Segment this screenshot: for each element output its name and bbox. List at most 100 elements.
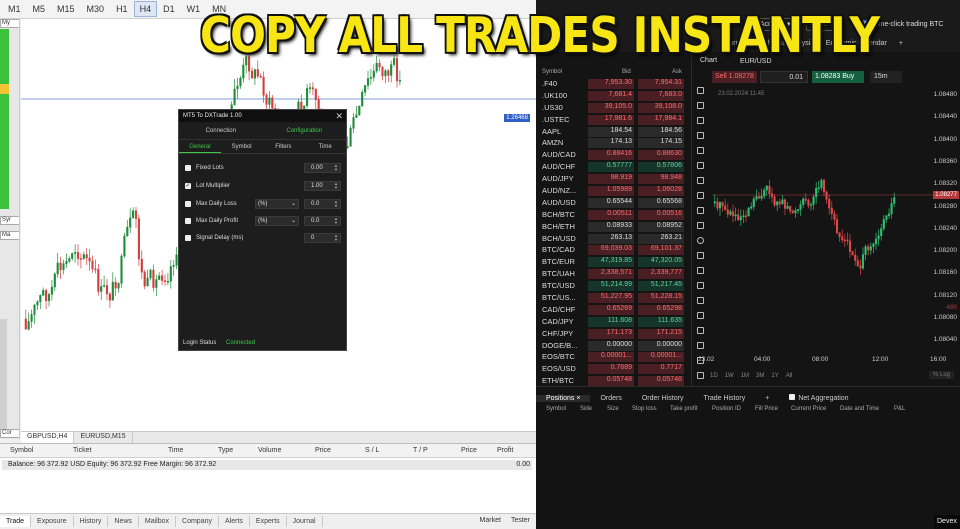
tab-mailbox[interactable]: Mailbox — [139, 516, 177, 527]
ask-price[interactable]: 51,217.45 — [638, 281, 684, 292]
ask-price[interactable]: 0.00000 — [638, 340, 684, 351]
tab-time[interactable]: Time — [304, 140, 346, 153]
ask-price[interactable]: 184.56 — [638, 126, 684, 137]
bid-price[interactable]: 39,105.0 — [588, 102, 634, 113]
watchlist-item[interactable]: BTC/US... 51,227.95 51,228.15 — [540, 292, 690, 304]
bid-price[interactable]: 0.65269 — [588, 304, 634, 315]
timeframe-m5[interactable]: M5 — [27, 1, 52, 17]
watchlist-item[interactable]: AMZN 174.13 174.15 — [540, 137, 690, 149]
stepper-icon[interactable]: ▲ ▼ — [334, 234, 338, 242]
checkbox-checked-icon[interactable]: ✓ — [185, 183, 191, 189]
bid-price[interactable]: 51,227.95 — [588, 293, 634, 304]
ask-price[interactable]: 7,683.0 — [638, 90, 684, 101]
range-1w[interactable]: 1W — [725, 373, 734, 379]
close-icon[interactable]: ✕ — [335, 111, 343, 122]
market-link[interactable]: Market — [480, 517, 501, 524]
ask-price[interactable]: 0.00001... — [638, 352, 684, 363]
ask-price[interactable]: 51,228.15 — [638, 293, 684, 304]
unit-select[interactable]: (%) ⌄ — [255, 199, 299, 209]
checkbox-icon[interactable] — [185, 218, 191, 224]
setting-input[interactable]: 0.0 ▲ ▼ — [304, 216, 341, 226]
tab-exposure[interactable]: Exposure — [31, 516, 74, 527]
setting-input[interactable]: 0.0 ▲ ▼ — [304, 199, 341, 209]
bid-price[interactable]: 0.7689 — [588, 364, 634, 375]
timeframe-h1[interactable]: H1 — [110, 1, 134, 17]
timeframe-h4[interactable]: H4 — [133, 1, 158, 17]
bid-price[interactable]: 171.173 — [588, 328, 634, 339]
bid-price[interactable]: 17,981.6 — [588, 114, 634, 125]
range-3m[interactable]: 3M — [756, 373, 764, 379]
bid-price[interactable]: 0.65544 — [588, 197, 634, 208]
tab-trade-history[interactable]: Trade History — [693, 395, 755, 402]
symbol-tab-eurusd[interactable]: EURUSD,M15 — [74, 432, 133, 443]
dx-chart-panel[interactable]: Chart EUR/USD Sell 1.08278 0.01 1.08283 … — [691, 53, 960, 386]
ask-price[interactable]: 171.215 — [638, 328, 684, 339]
watchlist-item[interactable]: BTC/USD 51,214.99 51,217.45 — [540, 280, 690, 292]
watchlist-item[interactable]: AAPL 184.54 184.56 — [540, 126, 690, 138]
ask-price[interactable]: 0.08952 — [638, 221, 684, 232]
watchlist-item[interactable]: EOS/BTC 0.00001... 0.00001... — [540, 351, 690, 363]
stepper-icon[interactable]: ▲ ▼ — [334, 164, 338, 172]
tab-orders[interactable]: Orders — [590, 395, 631, 402]
ask-price[interactable]: 0.7717 — [638, 364, 684, 375]
ask-price[interactable]: 98.948 — [638, 174, 684, 185]
checkbox-icon[interactable] — [185, 235, 191, 241]
strip-scroll[interactable] — [0, 319, 7, 429]
bid-price[interactable]: 0.88416 — [588, 150, 634, 161]
watchlist-item[interactable]: .US30 39,105.0 39,108.0 — [540, 102, 690, 114]
bid-price[interactable]: 51,214.99 — [588, 281, 634, 292]
bid-price[interactable]: 47,319.85 — [588, 257, 634, 268]
tab-experts[interactable]: Experts — [250, 516, 287, 527]
symbol-tab-gbpusd[interactable]: GBPUSD,H4 — [21, 432, 75, 443]
add-tab-button[interactable]: + — [899, 40, 903, 47]
watchlist-item[interactable]: BTC/UAH 2,338,571 2,339,777 — [540, 268, 690, 280]
bid-price[interactable]: 7,681.4 — [588, 90, 634, 101]
timeframe-d1[interactable]: D1 — [157, 1, 181, 17]
tab-company[interactable]: Company — [176, 516, 219, 527]
add-tab-button[interactable]: + — [755, 395, 779, 402]
ask-price[interactable]: 0.05748 — [638, 376, 684, 387]
watchlist-item[interactable]: BTC/CAD 69,039.03 69,101.37 — [540, 244, 690, 256]
tab-filters[interactable]: Filters — [263, 140, 305, 153]
ask-price[interactable]: 0.65568 — [638, 197, 684, 208]
bid-price[interactable]: 0.00000 — [588, 340, 634, 351]
tab-alerts[interactable]: Alerts — [219, 516, 250, 527]
checkbox-icon[interactable] — [185, 165, 191, 171]
bid-price[interactable]: 98.919 — [588, 174, 634, 185]
watchlist-item[interactable]: BTC/EUR 47,319.85 47,320.05 — [540, 256, 690, 268]
ask-price[interactable]: 2,339,777 — [638, 269, 684, 280]
setting-input[interactable]: 0.00 ▲ ▼ — [304, 163, 341, 173]
ask-price[interactable]: 0.57806 — [638, 162, 684, 173]
ask-price[interactable]: 69,101.37 — [638, 245, 684, 256]
checkbox-icon[interactable] — [185, 201, 191, 207]
bid-price[interactable]: 0.00511 — [588, 209, 634, 220]
log-scale-toggle[interactable]: % Log — [928, 371, 954, 379]
stepper-icon[interactable]: ▲ ▼ — [334, 217, 338, 225]
ask-price[interactable]: 111.635 — [638, 316, 684, 327]
bid-price[interactable]: 111.608 — [588, 316, 634, 327]
tab-configuration[interactable]: Configuration — [263, 122, 347, 139]
ask-price[interactable]: 0.65298 — [638, 304, 684, 315]
bid-price[interactable]: 174.13 — [588, 138, 634, 149]
watchlist-item[interactable]: BCH/BTC 0.00511 0.00516 — [540, 209, 690, 221]
tab-order-history[interactable]: Order History — [632, 395, 694, 402]
ask-price[interactable]: 174.15 — [638, 138, 684, 149]
watchlist-item[interactable]: AUD/CAD 0.88416 0.88630 — [540, 149, 690, 161]
setting-input[interactable]: 1.00 ▲ ▼ — [304, 181, 341, 191]
tab-positions[interactable]: Positions × — [536, 394, 591, 402]
bid-price[interactable]: 0.08933 — [588, 221, 634, 232]
range-all[interactable]: All — [786, 373, 793, 379]
unit-select[interactable]: (%) ⌄ — [255, 216, 299, 226]
watchlist-item[interactable]: CHF/JPY 171.173 171.215 — [540, 328, 690, 340]
bid-price[interactable]: 0.00001... — [588, 352, 634, 363]
bid-price[interactable]: 7,953.30 — [588, 79, 634, 89]
tab-news[interactable]: News — [108, 516, 139, 527]
tab-history[interactable]: History — [74, 516, 109, 527]
tab-connection[interactable]: Connection — [179, 122, 263, 139]
watchlist-item[interactable]: .USTEC 17,981.6 17,984.1 — [540, 114, 690, 126]
watchlist-item[interactable]: AUD/USD 0.65544 0.65568 — [540, 197, 690, 209]
ask-price[interactable]: 17,984.1 — [638, 114, 684, 125]
watchlist-item[interactable]: EOS/USD 0.7689 0.7717 — [540, 363, 690, 375]
stepper-icon[interactable]: ▲ ▼ — [334, 200, 338, 208]
ask-price[interactable]: 1.06028 — [638, 186, 684, 197]
